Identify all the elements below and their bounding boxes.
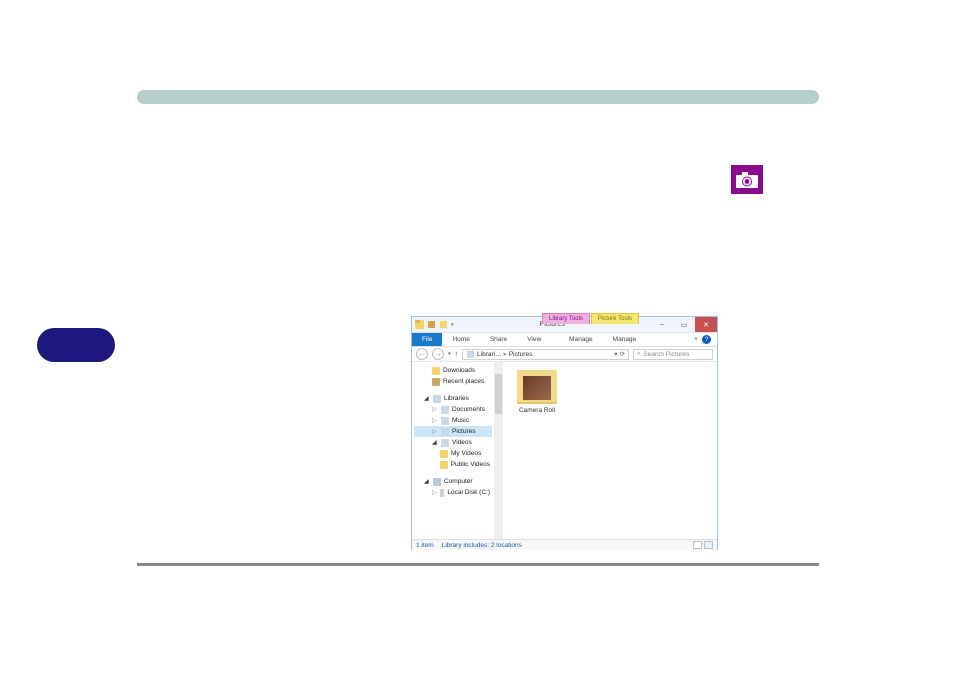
view-icons-icon[interactable] bbox=[704, 541, 713, 549]
properties-icon[interactable] bbox=[427, 320, 436, 329]
refresh-icon[interactable]: ⟳ bbox=[620, 350, 625, 358]
expand-icon[interactable]: ▷ bbox=[432, 406, 438, 413]
tree-libraries[interactable]: ◢ Libraries bbox=[414, 393, 492, 404]
close-button[interactable]: ✕ bbox=[695, 317, 717, 332]
scrollbar[interactable] bbox=[494, 362, 503, 539]
quick-access-toolbar: ▾ bbox=[412, 317, 454, 332]
back-button[interactable]: ← bbox=[416, 348, 428, 360]
folder-camera-roll[interactable]: Camera Roll bbox=[511, 370, 563, 414]
search-box[interactable]: ⌕ Search Pictures bbox=[633, 349, 713, 360]
tree-computer[interactable]: ◢ Computer bbox=[414, 476, 492, 487]
breadcrumb-root[interactable]: Librari… bbox=[477, 351, 502, 358]
music-icon bbox=[441, 417, 449, 425]
camera-app-tile bbox=[731, 165, 763, 194]
ribbon-tab-file[interactable]: File bbox=[412, 333, 442, 346]
ribbon-tab-home[interactable]: Home bbox=[442, 333, 479, 346]
navigation-pane: Downloads Recent places ◢ Libraries ▷ Docu… bbox=[412, 362, 494, 539]
tree-label: Libraries bbox=[444, 395, 469, 402]
tree-label: Downloads bbox=[443, 367, 475, 374]
tree-public-videos[interactable]: Public Videos bbox=[414, 459, 492, 470]
tree-pictures[interactable]: ▷ Pictures bbox=[414, 426, 492, 437]
libraries-icon bbox=[433, 395, 441, 403]
view-details-icon[interactable] bbox=[693, 541, 702, 549]
search-placeholder: Search Pictures bbox=[643, 351, 689, 358]
note-pill bbox=[37, 328, 115, 362]
titlebar: ▾ Pictures Library Tools Picture Tools –… bbox=[412, 317, 717, 333]
ribbon-collapse-icon[interactable]: ˅ bbox=[694, 336, 698, 343]
ribbon-tab-view[interactable]: View bbox=[517, 333, 551, 346]
folder-icon bbox=[440, 461, 448, 469]
tree-label: Public Videos bbox=[451, 461, 490, 468]
tree-videos[interactable]: ◢ Videos bbox=[414, 437, 492, 448]
tree-documents[interactable]: ▷ Documents bbox=[414, 404, 492, 415]
navigation-bar: ← → ▾ ↑ Librari… ▸ Pictures ▾ ⟳ ⌕ Search… bbox=[412, 347, 717, 362]
up-button[interactable]: ↑ bbox=[455, 351, 459, 358]
status-locations: Library includes: 2 locations bbox=[442, 542, 522, 549]
ribbon-tabs: File Home Share View Manage Manage ˅ ? bbox=[412, 333, 717, 347]
documents-icon bbox=[441, 406, 449, 414]
folder-icon bbox=[440, 450, 448, 458]
minimize-button[interactable]: – bbox=[651, 317, 673, 332]
explorer-icon bbox=[415, 320, 424, 329]
new-folder-icon[interactable] bbox=[439, 320, 448, 329]
library-tools-tab[interactable]: Library Tools bbox=[542, 313, 590, 324]
contextual-tool-tabs: Library Tools Picture Tools bbox=[542, 313, 639, 324]
folder-label: Camera Roll bbox=[511, 407, 563, 414]
pictures-icon bbox=[441, 428, 449, 436]
section-header-bar bbox=[137, 90, 819, 104]
ribbon-tab-share[interactable]: Share bbox=[480, 333, 517, 346]
search-icon: ⌕ bbox=[637, 351, 640, 358]
tree-label: Local Disk (C:) bbox=[447, 489, 490, 496]
expand-icon[interactable]: ▷ bbox=[432, 489, 437, 496]
tree-label: Computer bbox=[444, 478, 473, 485]
expand-icon[interactable]: ▷ bbox=[432, 417, 438, 424]
breadcrumb-sep-icon[interactable]: ▸ bbox=[504, 350, 507, 358]
camera-icon bbox=[736, 172, 758, 188]
tree-label: Videos bbox=[452, 439, 472, 446]
tree-music[interactable]: ▷ Music bbox=[414, 415, 492, 426]
tree-label: Recent places bbox=[443, 378, 484, 385]
file-explorer-window: ▾ Pictures Library Tools Picture Tools –… bbox=[411, 316, 718, 550]
recent-icon bbox=[432, 378, 440, 386]
location-icon bbox=[466, 350, 475, 359]
expand-icon[interactable]: ◢ bbox=[424, 478, 430, 485]
status-item-count: 1 item bbox=[416, 542, 434, 549]
tree-label: Documents bbox=[452, 406, 485, 413]
tree-my-videos[interactable]: My Videos bbox=[414, 448, 492, 459]
help-icon[interactable]: ? bbox=[702, 335, 711, 344]
tree-downloads[interactable]: Downloads bbox=[414, 365, 492, 376]
computer-icon bbox=[433, 478, 441, 486]
disk-icon bbox=[440, 489, 445, 497]
forward-button[interactable]: → bbox=[432, 348, 444, 360]
picture-tools-tab[interactable]: Picture Tools bbox=[591, 313, 639, 324]
divider-line bbox=[137, 563, 819, 566]
scrollbar-thumb[interactable] bbox=[495, 374, 502, 414]
tree-local-disk[interactable]: ▷ Local Disk (C:) bbox=[414, 487, 492, 498]
tree-label: Pictures bbox=[452, 428, 475, 435]
tree-recent-places[interactable]: Recent places bbox=[414, 376, 492, 387]
window-controls: – ▭ ✕ bbox=[651, 317, 717, 332]
tree-label: Music bbox=[452, 417, 469, 424]
expand-icon[interactable]: ▷ bbox=[432, 428, 438, 435]
status-bar: 1 item Library includes: 2 locations bbox=[412, 539, 717, 550]
tree-label: My Videos bbox=[451, 450, 481, 457]
address-bar[interactable]: Librari… ▸ Pictures ▾ ⟳ bbox=[462, 349, 629, 360]
ribbon-tab-manage-library[interactable]: Manage bbox=[559, 333, 603, 346]
videos-icon bbox=[441, 439, 449, 447]
maximize-button[interactable]: ▭ bbox=[673, 317, 695, 332]
history-dropdown-icon[interactable]: ▾ bbox=[448, 351, 451, 357]
breadcrumb-current[interactable]: Pictures bbox=[509, 351, 532, 358]
ribbon-tab-manage-picture[interactable]: Manage bbox=[603, 333, 647, 346]
address-dropdown-icon[interactable]: ▾ bbox=[614, 350, 617, 358]
folder-icon bbox=[517, 370, 557, 404]
expand-icon[interactable]: ◢ bbox=[432, 439, 438, 446]
folder-icon bbox=[432, 367, 440, 375]
expand-icon[interactable]: ◢ bbox=[424, 395, 430, 402]
files-pane[interactable]: Camera Roll bbox=[503, 362, 717, 539]
